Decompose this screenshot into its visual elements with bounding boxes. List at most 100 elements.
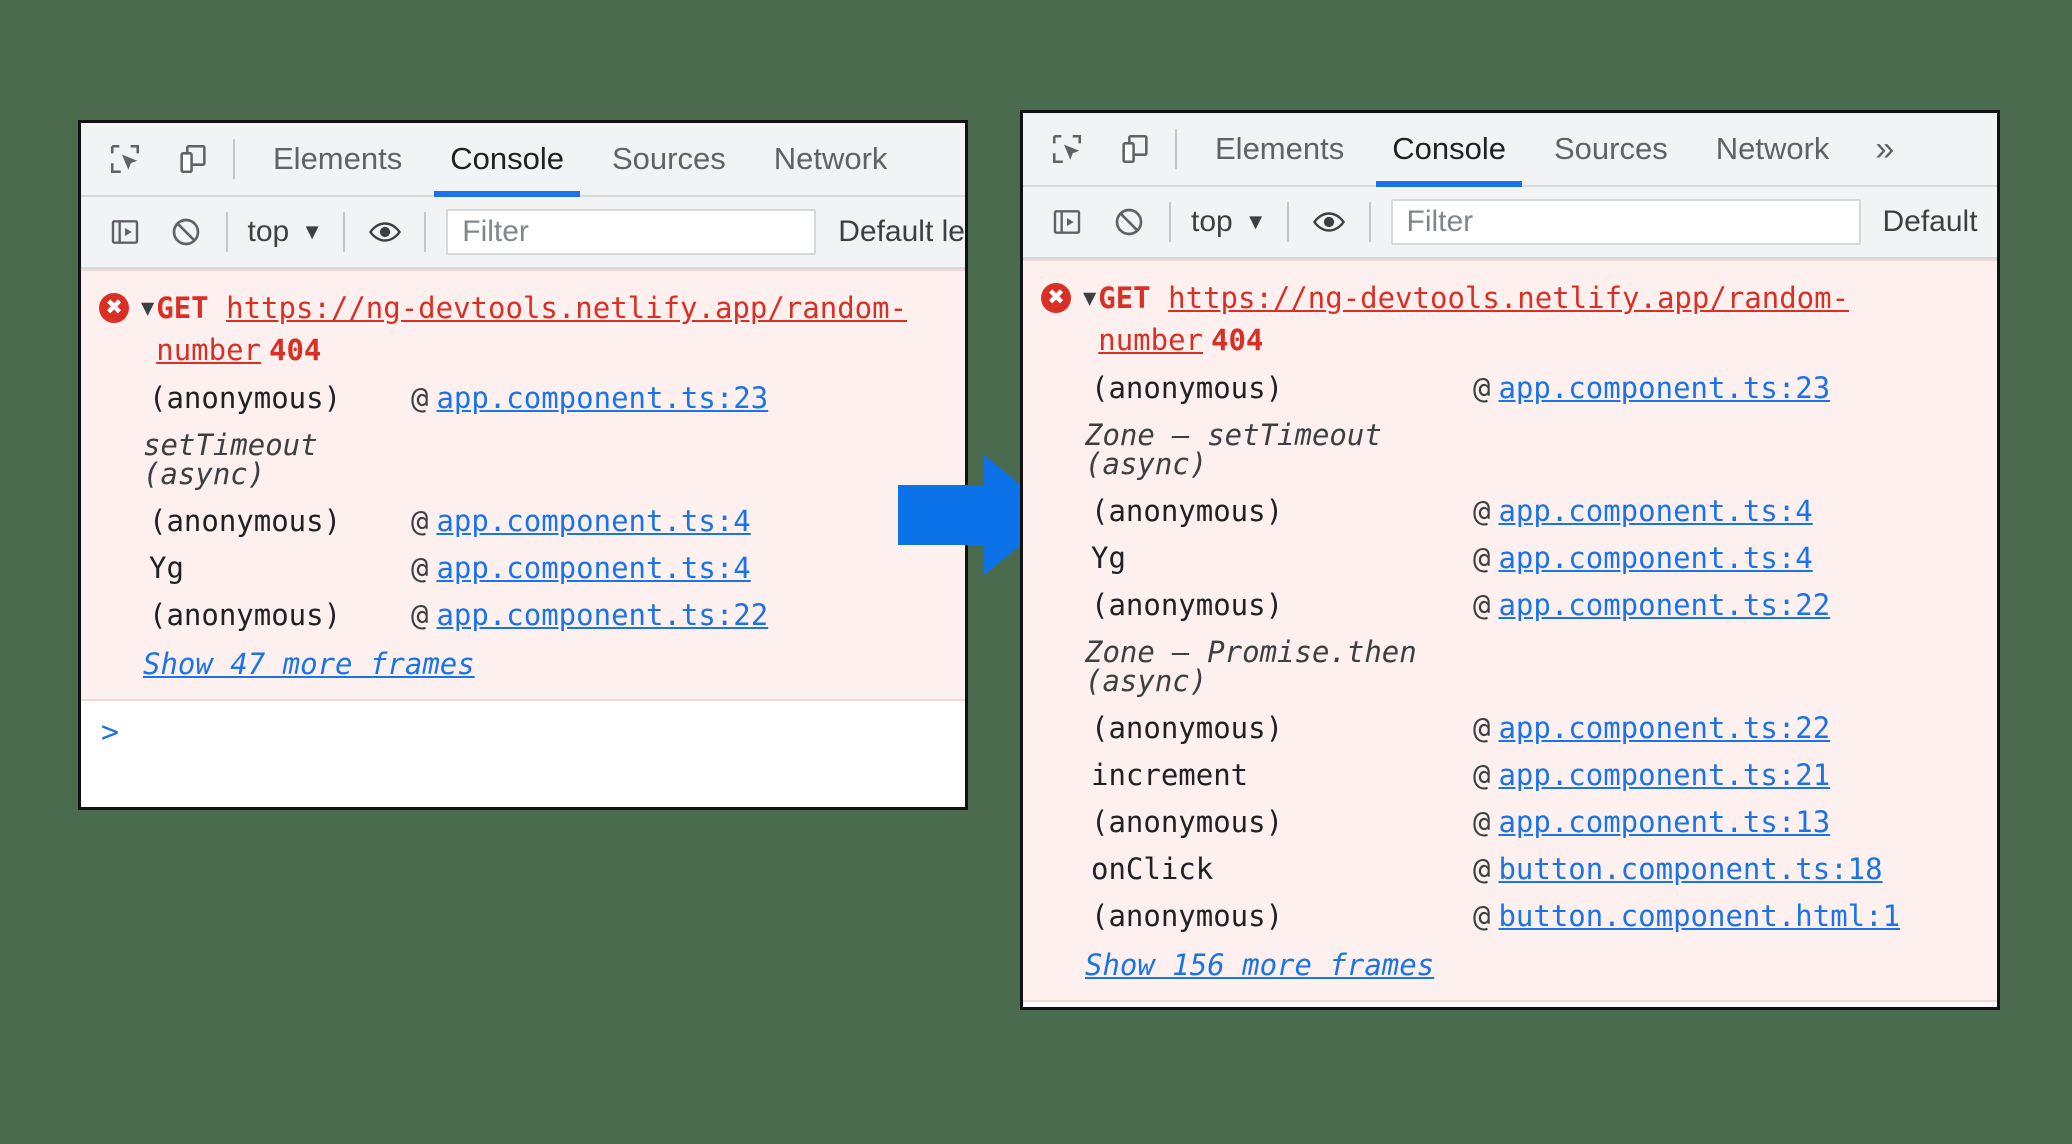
frame-function: increment xyxy=(1091,758,1249,793)
tab-elements[interactable]: Elements xyxy=(1191,113,1368,185)
filter-input[interactable]: Filter xyxy=(1390,199,1861,245)
stack-frame: (anonymous) @ app.component.ts:13 xyxy=(1023,799,1997,846)
console-error-message-left: ✖ ▼ GET https://ng-devtools.netlify.app/… xyxy=(81,269,965,702)
console-body-right: ✖ ▼ GET https://ng-devtools.netlify.app/… xyxy=(1023,259,1997,1007)
inspect-element-icon[interactable] xyxy=(1041,123,1093,175)
console-sidebar-icon[interactable] xyxy=(1041,196,1093,248)
clear-console-icon[interactable] xyxy=(1103,196,1155,248)
error-icon: ✖ xyxy=(1041,283,1071,313)
tab-sources[interactable]: Sources xyxy=(1530,113,1692,185)
frame-at: @ xyxy=(411,381,429,416)
stack-frame: increment @ app.component.ts:21 xyxy=(1023,752,1997,799)
error-header-right: ✖ ▼ GET https://ng-devtools.netlify.app/… xyxy=(1023,271,1997,365)
stack-frame: setTimeout (async) xyxy=(81,422,965,498)
frame-location[interactable]: button.component.html:1 xyxy=(1498,902,1900,931)
log-level-select[interactable]: Default xyxy=(1883,205,1978,239)
frame-location[interactable]: app.component.ts:21 xyxy=(1498,761,1830,790)
frame-at: @ xyxy=(1473,899,1491,934)
error-header-left: ✖ ▼ GET https://ng-devtools.netlify.app/… xyxy=(81,281,965,375)
execution-context-select[interactable]: top ▼ xyxy=(242,215,330,249)
live-expression-icon[interactable] xyxy=(359,206,410,258)
frame-at: @ xyxy=(1473,852,1491,887)
stack-frame: (anonymous) @ button.component.html:1 xyxy=(1023,893,1997,940)
tab-sources[interactable]: Sources xyxy=(588,123,750,195)
show-more-frames-link[interactable]: Show 47 more frames xyxy=(81,639,965,685)
frame-location[interactable]: app.component.ts:22 xyxy=(436,601,768,630)
show-more-frames-link[interactable]: Show 156 more frames xyxy=(1023,940,1997,986)
toolbar-divider xyxy=(233,139,235,179)
device-toolbar-icon[interactable] xyxy=(1109,123,1161,175)
expand-triangle-icon[interactable]: ▼ xyxy=(141,293,154,325)
frame-at: @ xyxy=(411,598,429,633)
device-toolbar-icon[interactable] xyxy=(167,133,219,185)
console-sidebar-icon[interactable] xyxy=(99,206,150,258)
tab-network[interactable]: Network xyxy=(1692,113,1854,185)
devtools-tools-left xyxy=(81,133,219,185)
frame-at: @ xyxy=(1473,541,1491,576)
tab-network[interactable]: Network xyxy=(750,123,912,195)
tab-console[interactable]: Console xyxy=(1368,113,1530,187)
tab-console[interactable]: Console xyxy=(426,123,588,197)
frame-function: (anonymous) xyxy=(149,381,342,416)
devtools-panel-right: Elements Console Sources Network » top ▼ xyxy=(1020,110,2000,1010)
frame-function: Yg xyxy=(1091,541,1126,576)
error-method: GET xyxy=(1098,281,1151,315)
frame-function: (anonymous) xyxy=(1091,588,1284,623)
devtools-tabs-right: Elements Console Sources Network xyxy=(1191,113,1854,187)
clear-console-icon[interactable] xyxy=(160,206,211,258)
frame-function: onClick xyxy=(1091,852,1214,887)
error-status: 404 xyxy=(1211,323,1264,358)
error-method: GET xyxy=(156,291,209,325)
frame-function: (anonymous) xyxy=(1091,711,1284,746)
error-icon: ✖ xyxy=(99,293,129,323)
frame-function: (anonymous) xyxy=(149,598,342,633)
frame-at: @ xyxy=(1473,758,1491,793)
frame-at: @ xyxy=(1473,371,1491,406)
stack-frame: Zone — setTimeout (async) xyxy=(1023,412,1997,488)
stack-frame: Yg @ app.component.ts:4 xyxy=(81,545,965,592)
frame-function: (anonymous) xyxy=(1091,899,1284,934)
frame-function: setTimeout (async) xyxy=(143,428,318,492)
execution-context-select[interactable]: top ▼ xyxy=(1185,205,1273,239)
frame-at: @ xyxy=(1473,588,1491,623)
stack-frame: Yg @ app.component.ts:4 xyxy=(1023,535,1997,582)
frame-location[interactable]: app.component.ts:23 xyxy=(1498,374,1830,403)
frame-function: Yg xyxy=(149,551,184,586)
devtools-tools-right xyxy=(1023,123,1161,175)
tab-elements[interactable]: Elements xyxy=(249,123,426,195)
stack-frame: (anonymous) @ app.component.ts:4 xyxy=(81,498,965,545)
console-error-message-right: ✖ ▼ GET https://ng-devtools.netlify.app/… xyxy=(1023,259,1997,1003)
console-prompt-left[interactable]: > xyxy=(81,701,965,751)
frame-location[interactable]: app.component.ts:22 xyxy=(1498,591,1830,620)
stack-frame: (anonymous) @ app.component.ts:22 xyxy=(81,592,965,639)
log-level-select[interactable]: Default le xyxy=(838,215,965,249)
frame-function: Zone — Promise.then (async) xyxy=(1085,635,1417,699)
devtools-tabs-left: Elements Console Sources Network xyxy=(249,123,912,197)
frame-function: Zone — setTimeout (async) xyxy=(1085,418,1382,482)
inspect-element-icon[interactable] xyxy=(99,133,151,185)
frame-at: @ xyxy=(411,504,429,539)
filterbar-divider-1 xyxy=(1169,202,1171,242)
console-prompt-right[interactable]: > xyxy=(1023,1002,1997,1007)
frame-location[interactable]: app.component.ts:22 xyxy=(1498,714,1830,743)
stack-frame: (anonymous) @ app.component.ts:23 xyxy=(1023,365,1997,412)
more-tabs-icon[interactable]: » xyxy=(1853,130,1916,169)
filter-input[interactable]: Filter xyxy=(446,209,817,255)
frame-location[interactable]: app.component.ts:13 xyxy=(1498,808,1830,837)
stack-frame: (anonymous) @ app.component.ts:22 xyxy=(1023,582,1997,629)
stack-frame: (anonymous) @ app.component.ts:4 xyxy=(1023,488,1997,535)
frame-location[interactable]: app.component.ts:4 xyxy=(1498,544,1812,573)
frame-at: @ xyxy=(411,551,429,586)
frame-location[interactable]: app.component.ts:4 xyxy=(436,554,750,583)
live-expression-icon[interactable] xyxy=(1303,196,1355,248)
frame-location[interactable]: app.component.ts:4 xyxy=(1498,497,1812,526)
filterbar-divider-2 xyxy=(1286,202,1289,242)
frame-function: (anonymous) xyxy=(1091,494,1284,529)
frame-location[interactable]: app.component.ts:4 xyxy=(436,507,750,536)
frame-location[interactable]: app.component.ts:23 xyxy=(436,384,768,413)
filterbar-divider-2 xyxy=(343,212,345,252)
frame-location[interactable]: button.component.ts:18 xyxy=(1498,855,1882,884)
expand-triangle-icon[interactable]: ▼ xyxy=(1083,283,1096,315)
filterbar-divider-3 xyxy=(424,212,427,252)
stack-frame: onClick @ button.component.ts:18 xyxy=(1023,846,1997,893)
